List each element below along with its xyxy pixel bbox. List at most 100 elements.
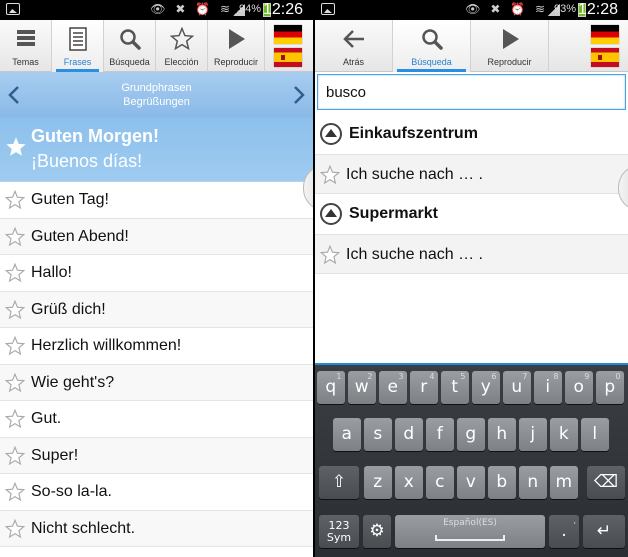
key-q[interactable]: q1 <box>317 371 345 404</box>
list-item[interactable]: Guten Abend! <box>0 218 313 255</box>
key-a[interactable]: a <box>333 418 361 451</box>
search-input[interactable] <box>318 75 625 109</box>
key-f[interactable]: f <box>426 418 454 451</box>
symbols-key[interactable]: 123 Sym <box>319 515 359 548</box>
tab-reproducir[interactable]: Reproducir <box>471 20 549 72</box>
star-outline-icon[interactable] <box>4 299 26 325</box>
star-outline-icon[interactable] <box>319 244 341 270</box>
key-n[interactable]: n <box>519 466 547 499</box>
key-z[interactable]: z <box>364 466 392 499</box>
german-flag-icon[interactable] <box>274 25 302 44</box>
tab-busqueda[interactable]: Búsqueda <box>393 20 471 72</box>
selected-phrase[interactable]: Guten Morgen! ¡Buenos días! <box>0 117 313 182</box>
key-label: y <box>480 377 491 397</box>
key-h[interactable]: h <box>488 418 516 451</box>
star-outline-icon[interactable] <box>319 164 341 190</box>
key-r[interactable]: r4 <box>410 371 438 404</box>
list-item[interactable]: Nicht schlecht. <box>0 510 313 547</box>
key-e[interactable]: e3 <box>379 371 407 404</box>
star-outline-icon[interactable] <box>4 335 26 361</box>
key-t[interactable]: t5 <box>441 371 469 404</box>
star-outline-icon[interactable] <box>4 445 26 471</box>
right-screen: 👁 ✖ ⏰ ≋ 93% 12:28 Atrás Búsqueda Reprodu… <box>315 0 628 557</box>
keyboard: q 1 w 2 e 3 r 4 t 5 y 6 u 7 i 8 o 9 p 0 a s d f g h j k l ⇧ z x c v b n m ⌫ 12… <box>315 363 628 557</box>
german-flag-icon[interactable] <box>591 25 619 44</box>
status-bar: 👁 ✖ ⏰ ≋ 94% 12:26 <box>0 0 313 20</box>
key-k[interactable]: k <box>550 418 578 451</box>
search-icon <box>421 29 443 50</box>
star-outline-icon[interactable] <box>4 189 26 215</box>
tab-eleccion[interactable]: Elección <box>156 20 208 72</box>
key-o[interactable]: o9 <box>565 371 593 404</box>
tab-reproducir[interactable]: Reproducir <box>208 20 265 72</box>
key-s[interactable]: s <box>364 418 392 451</box>
key-x[interactable]: x <box>395 466 423 499</box>
key-y[interactable]: y6 <box>472 371 500 404</box>
phrase-text: Guten Tag! <box>31 191 109 208</box>
key-p[interactable]: p0 <box>596 371 624 404</box>
key-label: r <box>420 377 428 397</box>
key-l[interactable]: l <box>581 418 609 451</box>
key-hint: 4 <box>429 372 435 381</box>
key-hint: 0 <box>615 372 621 381</box>
settings-key[interactable]: ⚙ <box>363 515 391 548</box>
list-item[interactable]: Herzlich willkommen! <box>0 328 313 365</box>
list-item[interactable]: Hallo! <box>0 255 313 292</box>
category-title: Grundphrasen Begrüßungen <box>40 81 273 109</box>
result-category[interactable]: Einkaufszentrum <box>315 114 628 154</box>
key-g[interactable]: g <box>457 418 485 451</box>
key-v[interactable]: v <box>457 466 485 499</box>
chevron-right-icon[interactable] <box>292 85 306 105</box>
phrase-text: Hallo! <box>31 264 72 281</box>
list-item[interactable]: Wie geht's? <box>0 364 313 401</box>
list-item[interactable]: Super! <box>0 437 313 474</box>
tab-label: Reproducir <box>487 57 532 67</box>
tab-frases[interactable]: Frases <box>52 20 104 72</box>
backspace-key[interactable]: ⌫ <box>587 466 625 499</box>
star-outline-icon[interactable] <box>4 481 26 507</box>
key-m[interactable]: m <box>550 466 578 499</box>
key-label: t <box>451 377 459 397</box>
key-i[interactable]: i8 <box>534 371 562 404</box>
list-item[interactable]: Gut. <box>0 401 313 438</box>
spanish-flag-icon[interactable] <box>591 48 619 67</box>
key-label: . <box>561 521 567 541</box>
left-screen: 👁 ✖ ⏰ ≋ 94% 12:26 Temas Frases Búsqueda … <box>0 0 313 557</box>
enter-key[interactable]: ↵ <box>583 515 625 548</box>
collapse-icon[interactable] <box>319 202 343 231</box>
search-field[interactable] <box>317 74 626 110</box>
star-outline-icon[interactable] <box>4 518 26 544</box>
collapse-icon[interactable] <box>319 122 343 151</box>
star-outline-icon[interactable] <box>4 408 26 434</box>
list-item[interactable]: So-so la-la. <box>0 474 313 511</box>
key-d[interactable]: d <box>395 418 423 451</box>
key-j[interactable]: j <box>519 418 547 451</box>
chevron-left-icon[interactable] <box>7 85 21 105</box>
list-item[interactable]: Grüß dich! <box>0 291 313 328</box>
star-filled-icon[interactable] <box>5 136 27 158</box>
key-c[interactable]: c <box>426 466 454 499</box>
key-u[interactable]: u7 <box>503 371 531 404</box>
tab-busqueda[interactable]: Búsqueda <box>104 20 156 72</box>
star-outline-icon[interactable] <box>4 262 26 288</box>
tab-temas[interactable]: Temas <box>0 20 52 72</box>
list-item[interactable]: Ich suche nach … . <box>315 154 628 194</box>
shift-key[interactable]: ⇧ <box>319 466 359 499</box>
spanish-flag-icon[interactable] <box>274 48 302 67</box>
key-label: p <box>604 377 616 397</box>
list-item[interactable]: Ich suche nach … . <box>315 234 628 274</box>
star-outline-icon[interactable] <box>4 372 26 398</box>
language-flags[interactable] <box>265 20 311 72</box>
space-key[interactable]: Español(ES) <box>395 515 545 548</box>
battery-percent: 93% <box>553 3 576 15</box>
star-outline-icon[interactable] <box>4 226 26 252</box>
period-key[interactable]: ., <box>549 515 579 548</box>
back-button[interactable]: Atrás <box>315 20 393 72</box>
key-b[interactable]: b <box>488 466 516 499</box>
key-w[interactable]: w2 <box>348 371 376 404</box>
list-item[interactable]: Guten Tag! <box>0 182 313 219</box>
result-category[interactable]: Supermarkt <box>315 194 628 234</box>
key-label: i <box>545 377 551 397</box>
status-bar: 👁 ✖ ⏰ ≋ 93% 12:28 <box>315 0 628 20</box>
language-flags[interactable] <box>582 20 628 72</box>
